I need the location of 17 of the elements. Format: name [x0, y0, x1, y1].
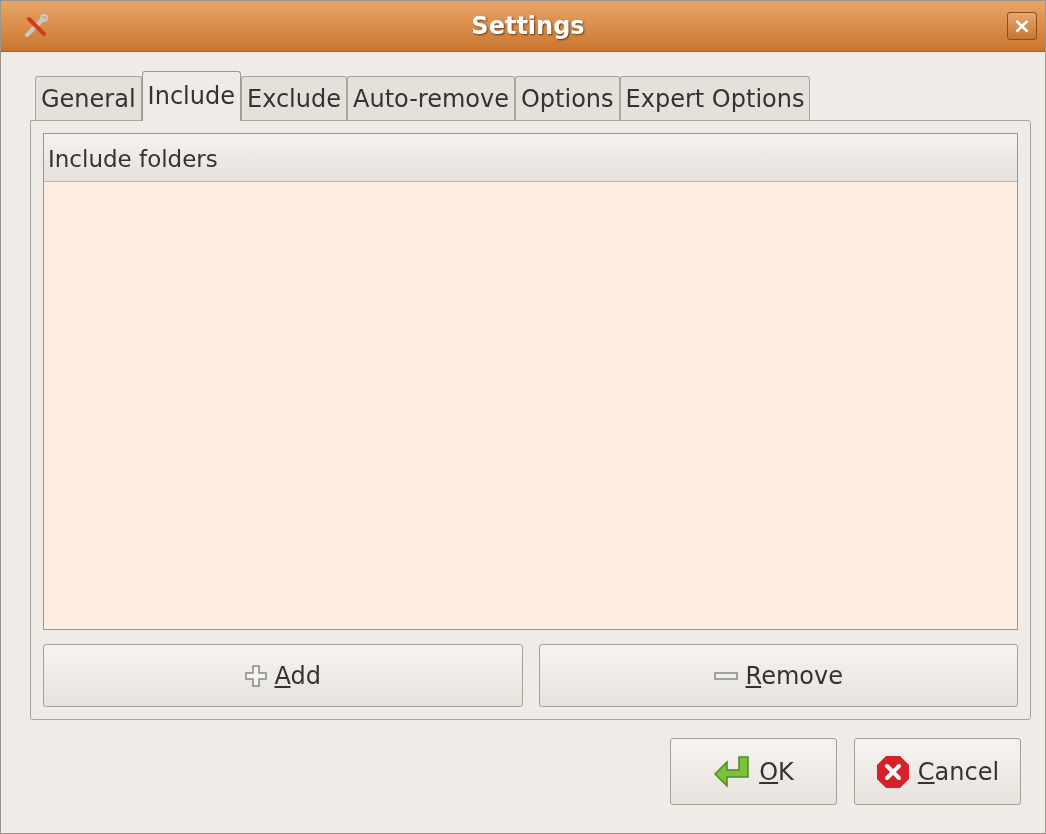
tab[interactable]: Include	[141, 71, 241, 121]
remove-button[interactable]: Remove	[538, 644, 1018, 707]
enter-arrow-icon	[713, 754, 752, 789]
tab[interactable]: Auto-remove	[347, 76, 515, 120]
window-title: Settings	[470, 12, 586, 40]
minus-icon	[713, 671, 738, 680]
ok-button[interactable]: OK	[670, 738, 837, 805]
tab[interactable]: Exclude	[240, 76, 347, 120]
tab[interactable]: Options	[514, 76, 620, 120]
plus-icon	[244, 664, 267, 687]
tab[interactable]: Expert Options	[619, 76, 811, 120]
cancel-button[interactable]: Cancel	[854, 738, 1021, 805]
tools-icon	[23, 13, 49, 39]
add-button[interactable]: Add	[43, 644, 523, 707]
tab[interactable]: General	[35, 76, 142, 120]
cancel-icon	[875, 754, 910, 789]
column-header[interactable]: Include folders	[44, 134, 1017, 182]
